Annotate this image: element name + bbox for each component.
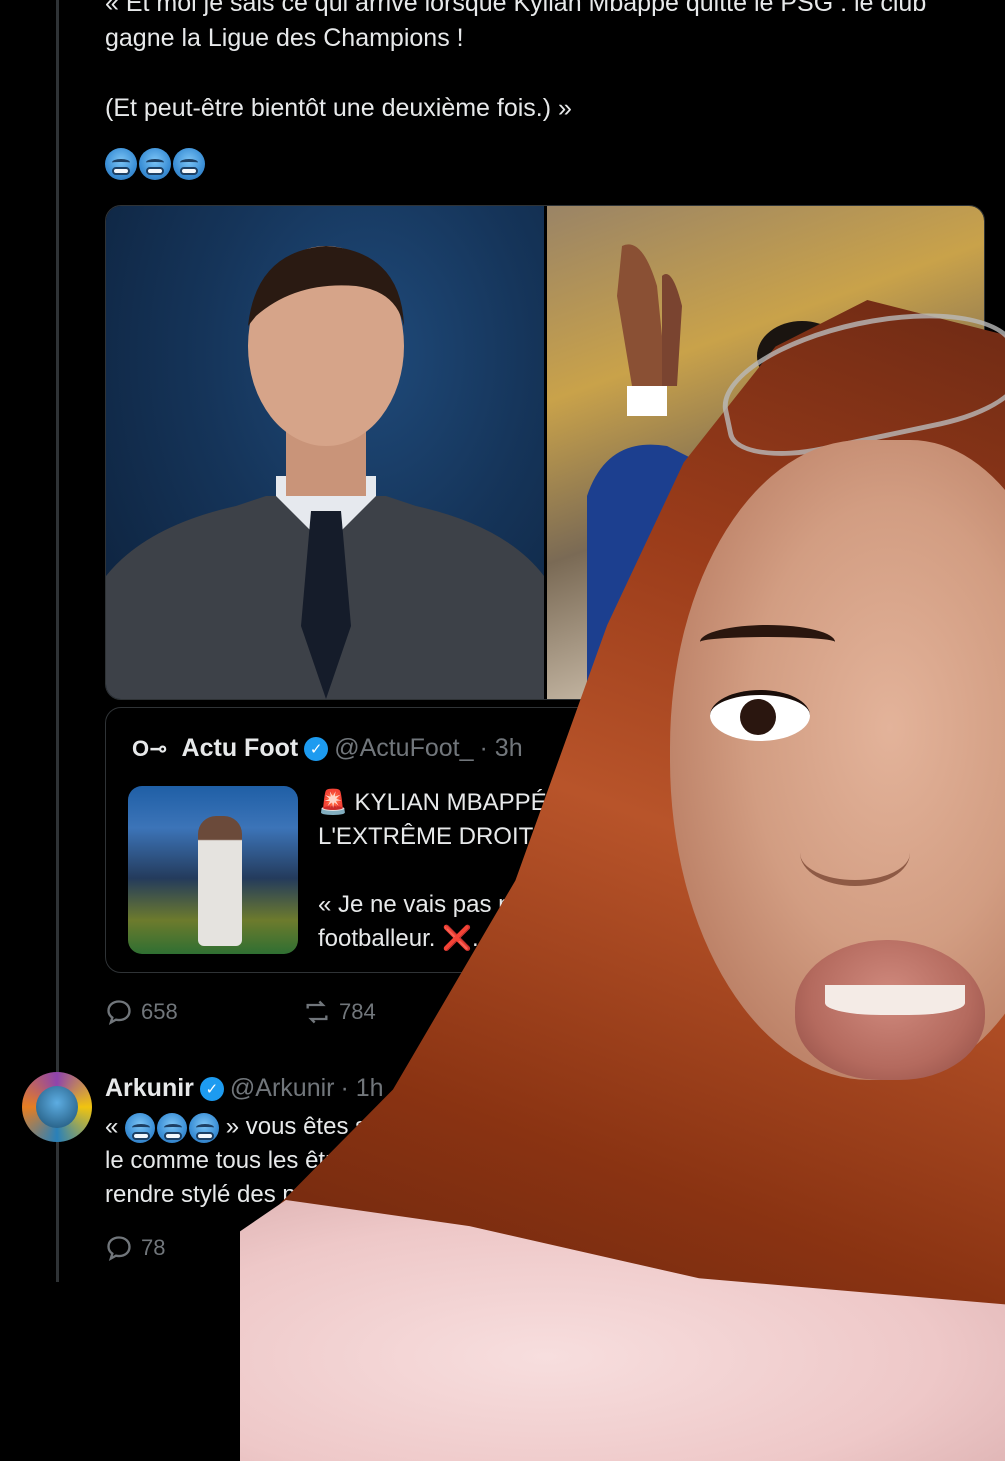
player-thumbnail-figure [198,816,242,946]
overlay-eyebrow [700,625,835,659]
reply-count: 78 [141,1235,166,1260]
tweet-emoji-row [105,148,205,180]
overlay-nose [800,820,910,886]
cold-face-emoji-icon [139,148,171,180]
reply-icon [107,1000,131,1025]
reply-icon [107,1236,131,1261]
tweet-text-line: (Et peut-être bientôt une deuxième fois.… [105,94,572,122]
tweet-text-line: gagne la Ligue des Champions ! [105,24,464,52]
reply-quote-open: « [105,1113,119,1140]
reply-author-name[interactable]: Arkunir [105,1074,194,1103]
verified-badge-icon: ✓ [199,1076,224,1101]
reply-button[interactable]: 78 [105,1234,165,1262]
overlay-eye [710,690,810,741]
avatar[interactable] [22,1072,92,1142]
reply-count: 658 [141,999,178,1024]
cold-face-emoji-icon [105,148,137,180]
reply-actions-bar: 78 [105,1234,165,1262]
tweet-text-spacer [105,56,975,91]
reply-emoji-row [125,1112,220,1143]
tweet-text: « Et moi je sais ce qui arrive lorsque K… [105,0,975,126]
tweet-text-line: « Et moi je sais ce qui arrive lorsque K… [105,0,927,17]
cold-face-emoji-icon [157,1112,188,1143]
overlay-teeth [825,985,965,1015]
creator-overlay-video [240,300,1005,1461]
cold-face-emoji-icon [125,1112,156,1143]
cold-face-emoji-icon [189,1112,220,1143]
cold-face-emoji-icon [173,148,205,180]
key-icon: O⊸ [132,735,168,761]
